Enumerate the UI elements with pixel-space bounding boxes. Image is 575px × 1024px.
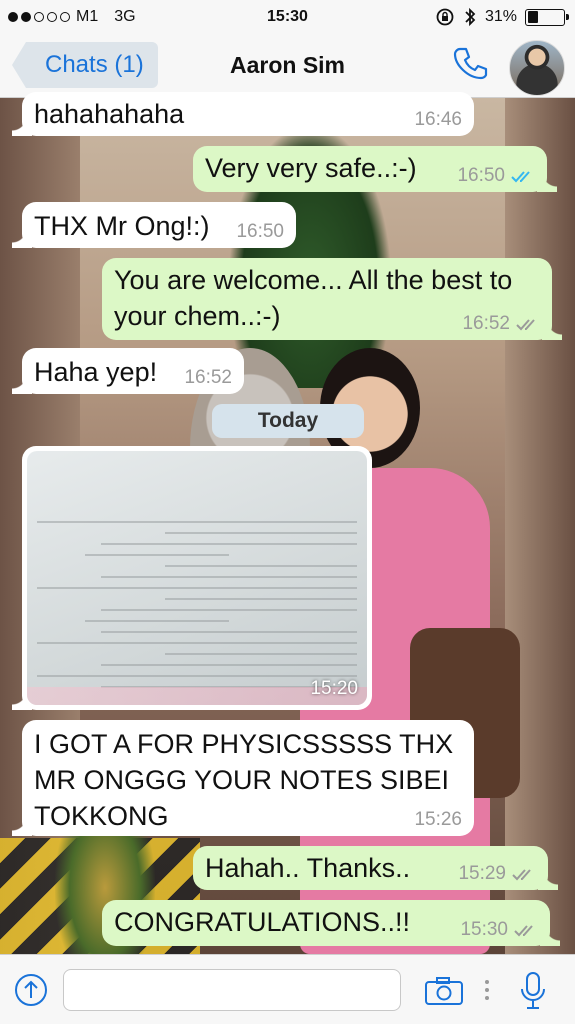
battery-icon	[525, 8, 569, 26]
message-image[interactable]: 15:20	[12, 446, 372, 710]
share-upload-icon[interactable]	[14, 973, 48, 1007]
message-time: 16:50	[236, 221, 284, 242]
message-incoming[interactable]: Haha yep! 16:52	[12, 348, 244, 394]
phone-call-icon[interactable]	[452, 45, 488, 81]
message-incoming[interactable]: I GOT A FOR PHYSICSSSSS THX MR ONGGG YOU…	[12, 720, 474, 836]
message-time: 16:50	[457, 165, 505, 186]
message-time: 16:46	[414, 109, 462, 130]
message-text: I GOT A FOR PHYSICSSSSS THX MR ONGGG YOU…	[34, 729, 454, 831]
message-time: 15:26	[414, 809, 462, 830]
contact-name[interactable]: Aaron Sim	[0, 52, 575, 79]
message-incoming[interactable]: THX Mr Ong!:) 16:50	[12, 202, 296, 248]
message-text: hahahahaha	[34, 99, 185, 129]
message-outgoing[interactable]: CONGRATULATIONS..!! 15:30	[102, 900, 560, 946]
delivered-double-tick-icon	[514, 925, 533, 937]
message-time: 16:52	[462, 313, 510, 334]
message-time: 15:30	[460, 919, 508, 940]
message-time: 16:52	[184, 367, 232, 388]
rotation-lock-icon	[436, 8, 454, 26]
document-lines	[27, 451, 367, 705]
delivered-double-tick-icon	[516, 319, 535, 331]
battery-percent: 31%	[484, 8, 517, 25]
message-outgoing[interactable]: You are welcome... All the best to your …	[102, 258, 562, 340]
more-options-icon[interactable]	[482, 975, 492, 1005]
message-outgoing[interactable]: Hahah.. Thanks.. 15:29	[193, 846, 558, 890]
message-outgoing[interactable]: Very very safe..:-) 16:50	[193, 146, 557, 192]
result-slip-photo[interactable]	[27, 451, 367, 705]
camera-icon[interactable]	[424, 976, 464, 1006]
microphone-icon[interactable]	[520, 971, 546, 1011]
delivered-double-tick-icon	[512, 869, 531, 881]
message-time: 15:20	[310, 678, 358, 699]
message-compose-bar	[0, 954, 575, 1024]
message-time: 15:29	[458, 863, 506, 884]
read-double-tick-icon	[511, 171, 530, 183]
date-divider: Today	[212, 404, 364, 438]
message-input[interactable]	[63, 969, 401, 1011]
bluetooth-icon	[465, 7, 476, 27]
status-right: 31%	[435, 7, 569, 27]
chat-header: Chats (1) Aaron Sim	[0, 34, 575, 98]
message-incoming[interactable]: hahahahaha 16:46	[12, 92, 474, 136]
contact-avatar[interactable]	[509, 40, 565, 96]
status-bar: M1 3G 15:30 31%	[0, 0, 575, 34]
